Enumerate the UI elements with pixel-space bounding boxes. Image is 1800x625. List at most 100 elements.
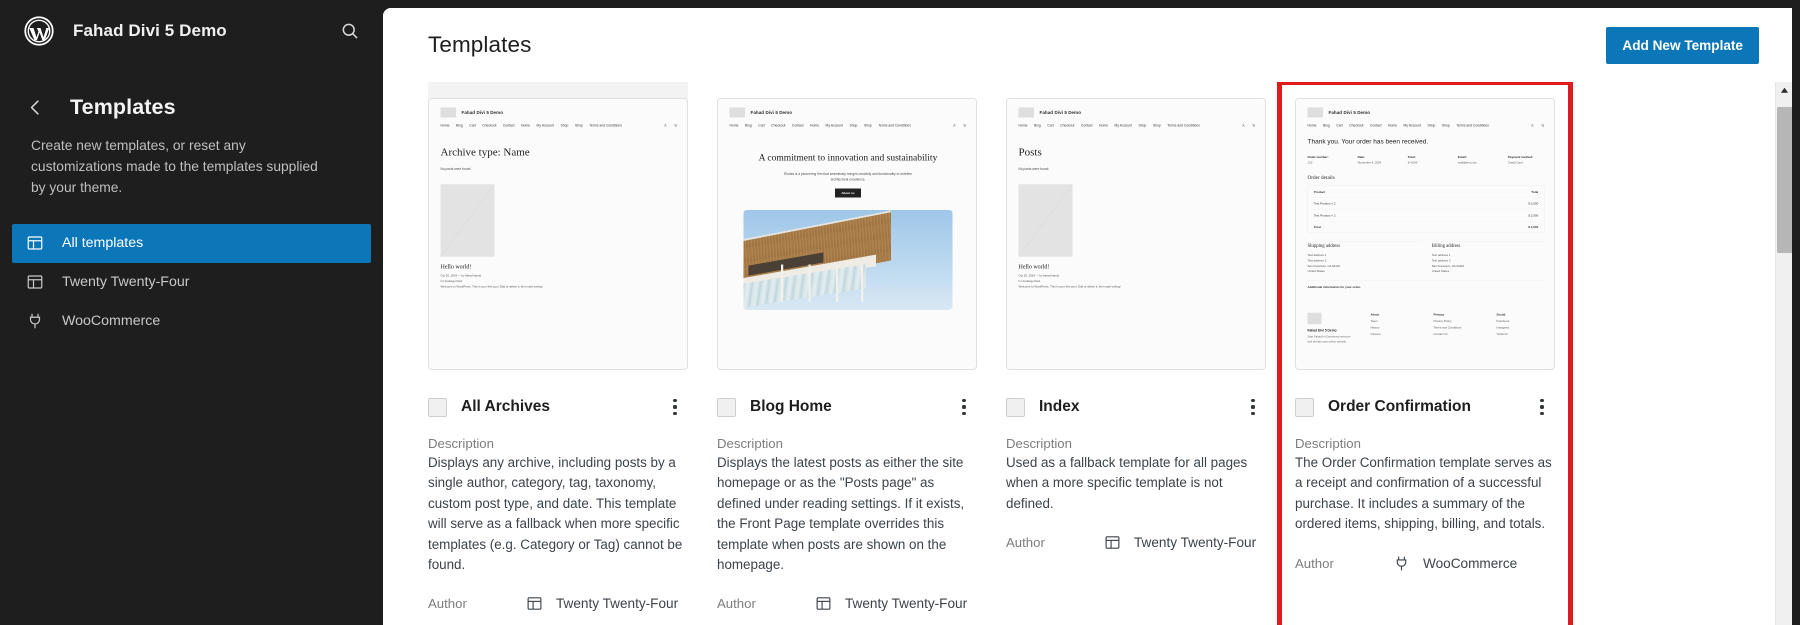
summary-item: Payment method: Credit Card [1508, 155, 1545, 164]
address-line: San Francisco, CA 94110 [1307, 264, 1340, 268]
preview-nav: Home Blog Cart Checkout Contact Home My … [730, 123, 967, 128]
preview-heading: Archive type: Name [440, 145, 530, 158]
footer-link: Terms and Conditions [1433, 326, 1462, 330]
preview-nav-item: Shop [1427, 123, 1436, 128]
preview-nav: Home Blog Cart Checkout Contact Home My … [1307, 123, 1545, 128]
template-preview-thumbnail[interactable]: Fahad Divi 5 Demo Home Blog Cart Checkou… [428, 98, 688, 370]
add-new-template-button[interactable]: Add New Template [1606, 26, 1759, 64]
card-checkbox[interactable] [1006, 397, 1025, 417]
card-author-row: Author Twenty Twenty-Four [1006, 533, 1266, 552]
preview-post-excerpt: Welcome to WordPress. This is your first… [1018, 284, 1121, 288]
preview-logo-icon [1018, 107, 1034, 118]
page-title: Templates [428, 32, 532, 57]
cart-icon [963, 124, 967, 127]
preview-nav-icons [953, 124, 967, 128]
td-total: $ 2,000 [1528, 213, 1539, 218]
preview-nav-item: Checkout [771, 123, 786, 128]
preview-nav-icons [1242, 124, 1256, 128]
footer-col-privacy: Privacy Privacy Policy Terms and Conditi… [1434, 313, 1482, 345]
card-options-kebab-icon[interactable] [1240, 394, 1266, 420]
footer-link: Team [1370, 319, 1378, 323]
sidebar-item-all-templates[interactable]: All templates [12, 223, 371, 263]
scroll-up-arrow-icon[interactable] [1776, 82, 1792, 99]
preview-image-placeholder [1018, 184, 1073, 257]
sidebar-site-header: Fahad Divi 5 Demo [0, 0, 383, 62]
vertical-scrollbar[interactable] [1775, 82, 1792, 625]
card-title-row: Blog Home [717, 394, 977, 420]
preview-brand-name: Fahad Divi 5 Demo [750, 109, 793, 115]
scrollbar-thumb[interactable] [1777, 107, 1792, 253]
account-icon [664, 124, 667, 127]
td-product: Test Product × 2 [1313, 201, 1336, 206]
main-region: Templates Add New Template Fahad Divi 5 … [383, 0, 1800, 625]
card-author-name: Twenty Twenty-Four [556, 596, 679, 612]
preview-brand-name: Fahad Divi 5 Demo [461, 109, 504, 115]
preview-hero: Fahad Divi 5 Demo Home Blog Cart Checkou… [718, 99, 976, 311]
preview-hero-block: A commitment to innovation and sustainab… [730, 151, 967, 198]
description-label: Description [1295, 436, 1361, 451]
address-line: Test address 2 [1431, 259, 1451, 263]
address-line: Test address 2 [1307, 259, 1327, 263]
template-card-index: Fahad Divi 5 Demo Home Blog Cart Checkou… [1006, 98, 1266, 613]
summary-item: Date: November 4, 2024 [1358, 155, 1395, 164]
template-preview-thumbnail[interactable]: Fahad Divi 5 Demo Home Blog Cart Checkou… [1295, 98, 1555, 370]
summary-value: 123 [1307, 161, 1313, 164]
template-layout-icon [525, 594, 544, 613]
card-options-kebab-icon[interactable] [1529, 394, 1555, 420]
preview-brand-name: Fahad Divi 5 Demo [1328, 109, 1371, 115]
author-label: Author [1295, 555, 1334, 571]
templates-panel: Templates Add New Template Fahad Divi 5 … [383, 8, 1792, 625]
preview-subtext: No posts were found. [440, 167, 472, 171]
summary-item: Total: $ 4,000 [1408, 155, 1445, 164]
wordpress-site-editor: Fahad Divi 5 Demo Templates Create new t… [0, 0, 1800, 625]
card-options-kebab-icon[interactable] [951, 394, 977, 420]
preview-nav-item: Home [1099, 123, 1109, 128]
footer-link: Contact Us [1433, 332, 1448, 336]
search-icon[interactable] [337, 18, 363, 44]
author-label: Author [428, 596, 467, 612]
sidebar-item-twenty-twenty-four[interactable]: Twenty Twenty-Four [12, 263, 371, 302]
template-preview-thumbnail[interactable]: Fahad Divi 5 Demo Home Blog Cart Checkou… [1006, 98, 1266, 370]
card-checkbox[interactable] [428, 397, 447, 417]
shipping-heading: Shipping address [1307, 242, 1341, 248]
card-title: All Archives [461, 398, 551, 415]
card-title-row: All Archives [428, 394, 688, 420]
preview-post-meta: Oct 25, 2024 — by fahad hamid in Uncateg… [441, 273, 678, 289]
preview-subtext: Études is a pioneering firm that seamles… [784, 171, 912, 182]
template-preview-thumbnail[interactable]: Fahad Divi 5 Demo Home Blog Cart Checkou… [717, 98, 977, 370]
td-product: Test Product × 2 [1313, 213, 1336, 218]
wordpress-logo-icon[interactable] [24, 16, 54, 46]
card-author-row: Author WooCommerce [1295, 554, 1555, 573]
table-row: Test Product × 2 $ 2,000 [1307, 198, 1545, 210]
preview-addresses: Shipping address Test address 1 Test add… [1307, 241, 1545, 275]
account-icon [1242, 124, 1245, 127]
preview-nav-item: Blog [456, 123, 463, 128]
footer-link: Privacy Policy [1433, 319, 1452, 323]
description-label: Description [1006, 436, 1072, 451]
card-options-kebab-icon[interactable] [662, 394, 688, 420]
footer-brand-col: Fahad Divi 5 Demo Start Fahad's eCommerc… [1307, 312, 1356, 345]
back-chevron-icon[interactable] [24, 97, 46, 119]
templates-grid-scroll: Fahad Divi 5 Demo Home Blog Cart Checkou… [383, 82, 1792, 625]
sidebar-item-woocommerce[interactable]: WooCommerce [12, 302, 371, 341]
template-layout-icon [24, 271, 46, 293]
td-total-label: Total [1313, 225, 1321, 229]
footer-tagline: Start Fahad's eCommerce services and ele… [1307, 335, 1351, 344]
shipping-address-lines: Test address 1 Test address 2 San Franci… [1308, 253, 1421, 274]
plugin-plug-icon [24, 310, 46, 332]
preview-nav-item: Home [1307, 123, 1317, 128]
card-checkbox[interactable] [717, 397, 736, 417]
card-description: Used as a fallback template for all page… [1006, 455, 1248, 511]
sidebar-nav-list: All templates Twenty Twenty-Four WooComm… [0, 223, 383, 341]
preview-logo-icon [729, 107, 745, 118]
footer-col-about: About Team History Careers [1371, 313, 1419, 345]
card-checkbox[interactable] [1295, 397, 1314, 417]
card-title: Order Confirmation [1328, 398, 1471, 415]
footer-link: Instagram [1496, 326, 1510, 330]
address-line: United States [1431, 269, 1450, 273]
preview-nav: Home Blog Cart Checkout Contact Home My … [441, 123, 678, 128]
footer-link: Twitter/X [1496, 332, 1508, 336]
author-label: Author [717, 596, 756, 612]
template-layout-icon [24, 232, 46, 254]
preview-nav: Home Blog Cart Checkout Contact Home My … [1019, 123, 1256, 128]
